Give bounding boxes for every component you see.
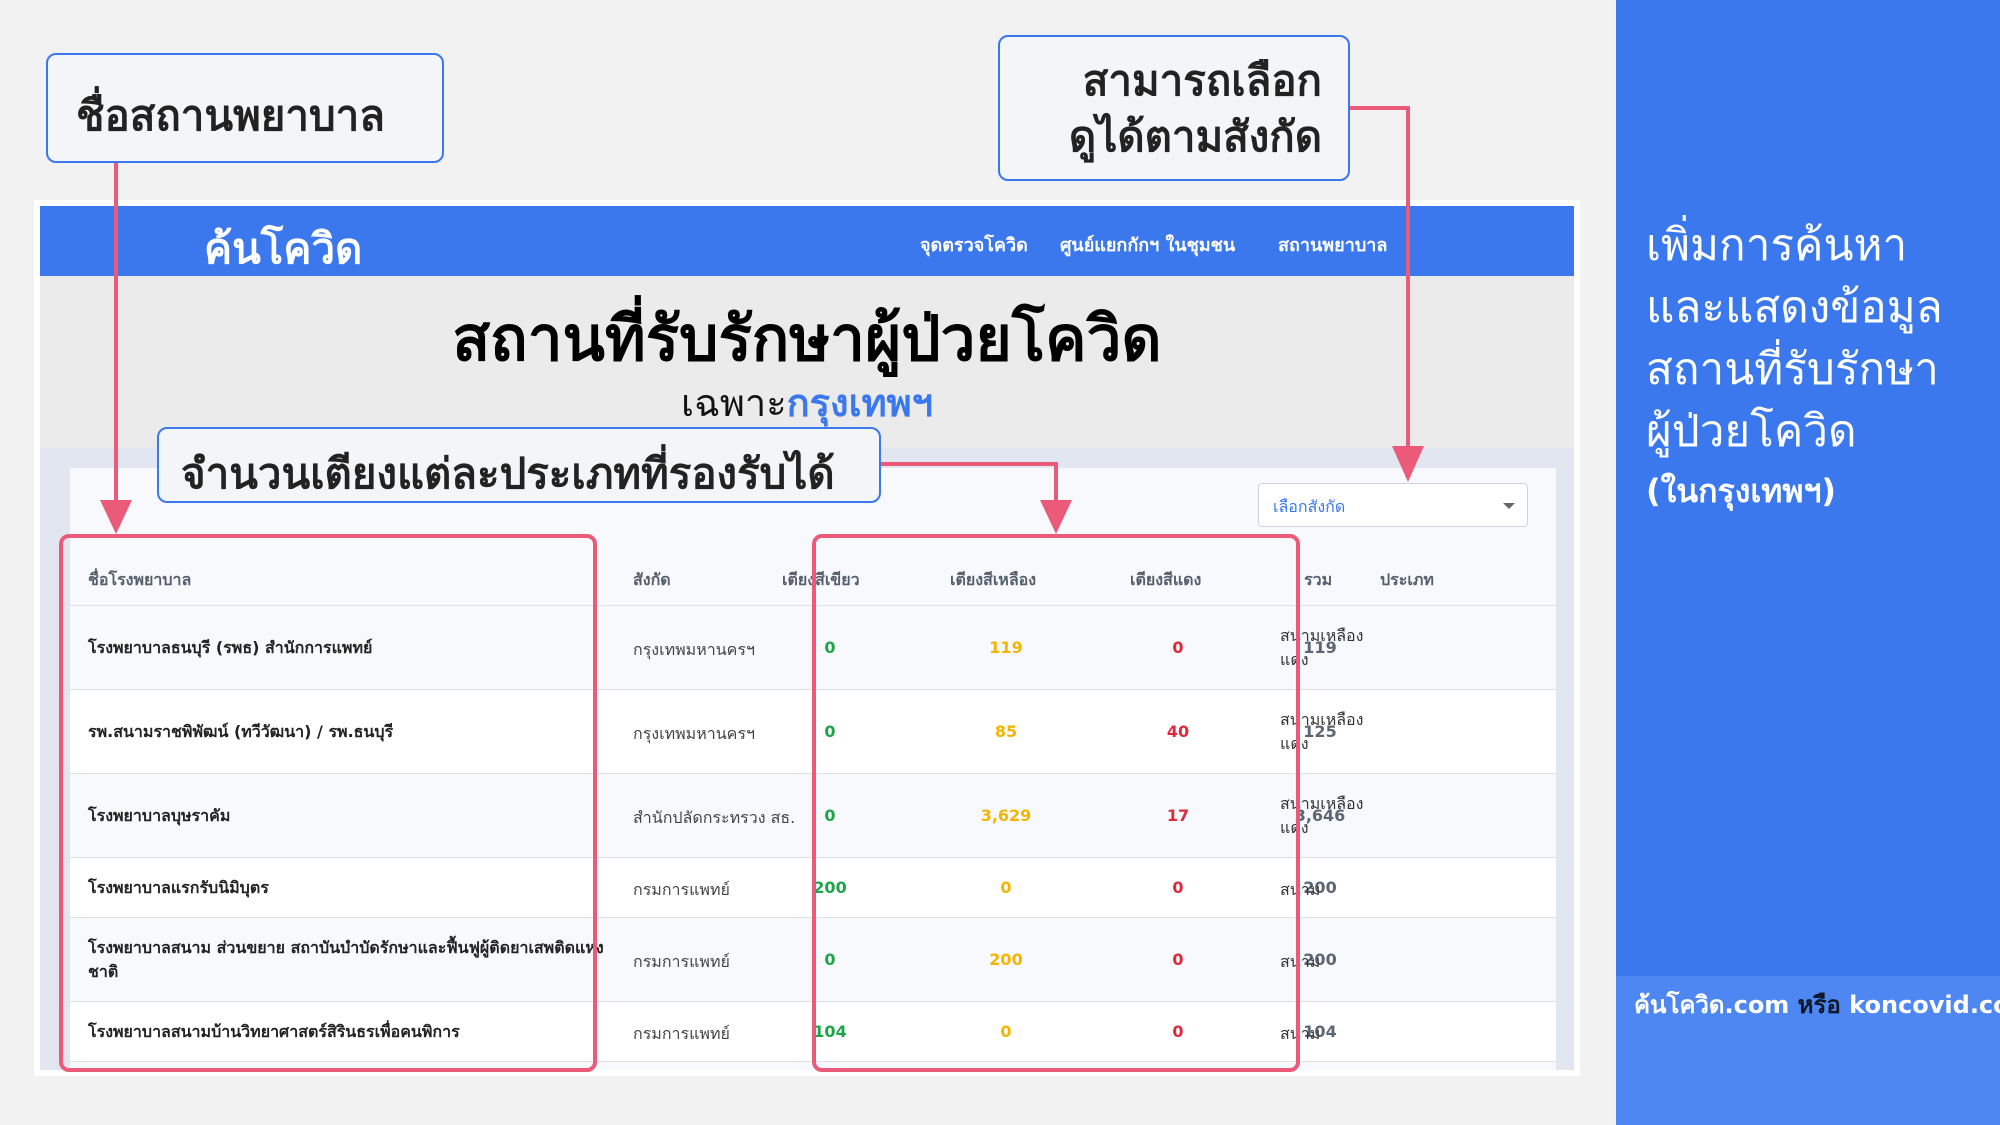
callout-filter-line-1: สามารถเลือก [1082,56,1322,105]
callout-bed-counts: จำนวนเตียงแต่ละประเภทที่รองรับได้ [157,427,881,503]
arrow-to-bed-columns [881,462,1058,510]
callout-filter-line-2: ดูได้ตามสังกัด [1068,112,1322,161]
arrow-head-icon [1040,500,1072,534]
callout-hospital-name: ชื่อสถานพยาบาล [46,53,444,163]
arrow-head-icon [1392,446,1424,482]
arrow-to-filter [1350,106,1410,452]
callout-filter: สามารถเลือก ดูได้ตามสังกัด [998,35,1350,181]
arrow-head-icon [100,500,132,534]
